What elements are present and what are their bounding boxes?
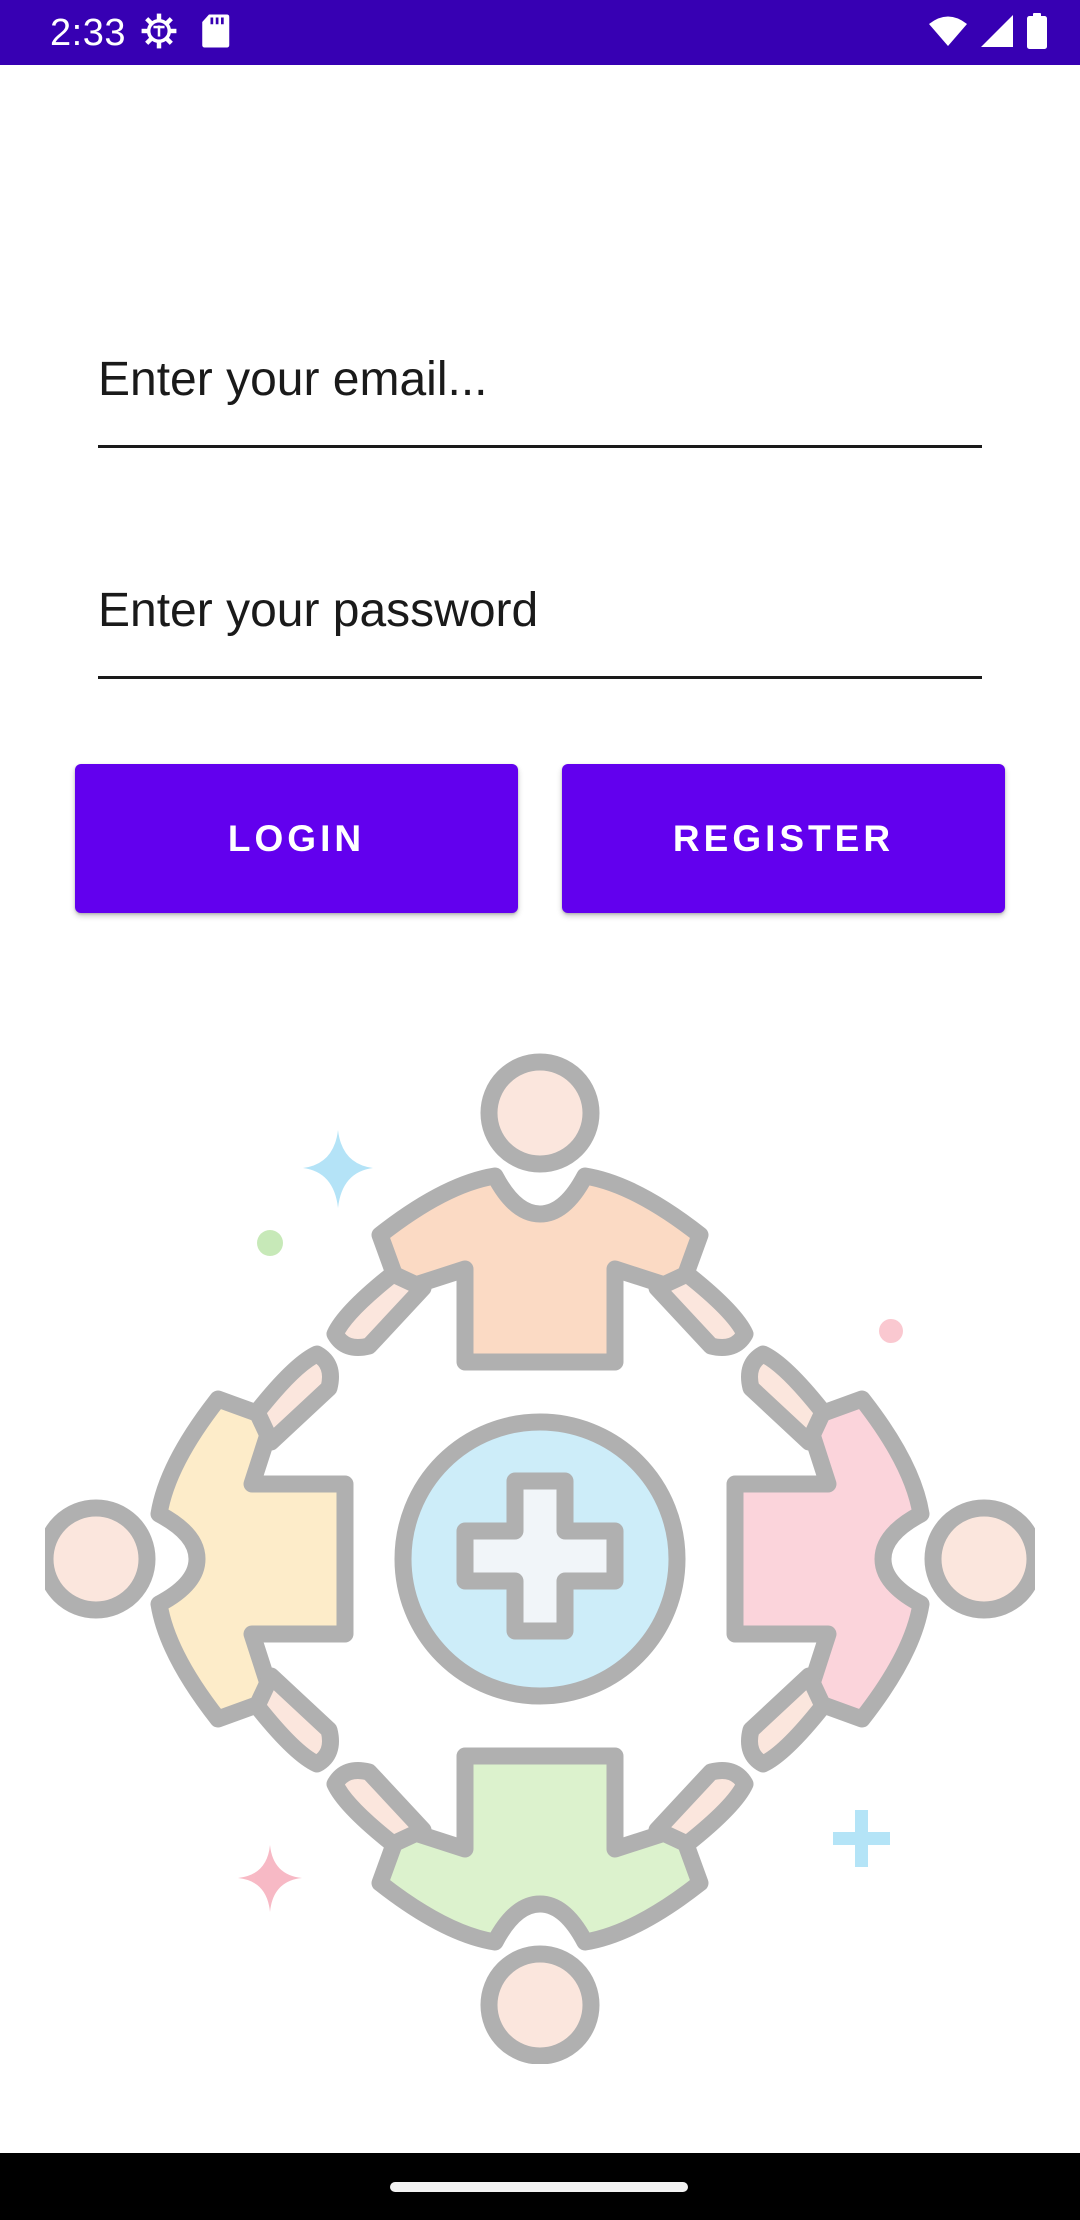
register-button[interactable]: REGISTER [562,764,1005,913]
login-button[interactable]: LOGIN [75,764,518,913]
dot-green [257,1230,283,1256]
battery-icon [1026,12,1048,54]
status-left-icons [140,12,230,55]
status-right-icons [928,12,1048,54]
community-illustration [36,1053,1044,2065]
wifi-icon [928,15,968,52]
home-gesture-handle-icon[interactable] [390,2182,688,2192]
password-field[interactable] [98,576,982,646]
community-healthcare-icon [36,1050,1044,2065]
email-field[interactable] [98,345,982,415]
sparkle-pink [238,1845,302,1912]
status-bar: 2:33 [0,0,1080,65]
plus-blue [833,1810,890,1867]
settings-gear-icon [140,12,178,55]
cellular-signal-icon [980,14,1014,53]
status-time: 2:33 [50,12,126,54]
sparkle-blue [303,1130,373,1208]
email-field-container [98,345,982,448]
dot-pink [879,1319,903,1343]
password-field-container [98,576,982,679]
password-field-underline [98,676,982,679]
email-field-underline [98,445,982,448]
sd-card-icon [200,13,230,54]
